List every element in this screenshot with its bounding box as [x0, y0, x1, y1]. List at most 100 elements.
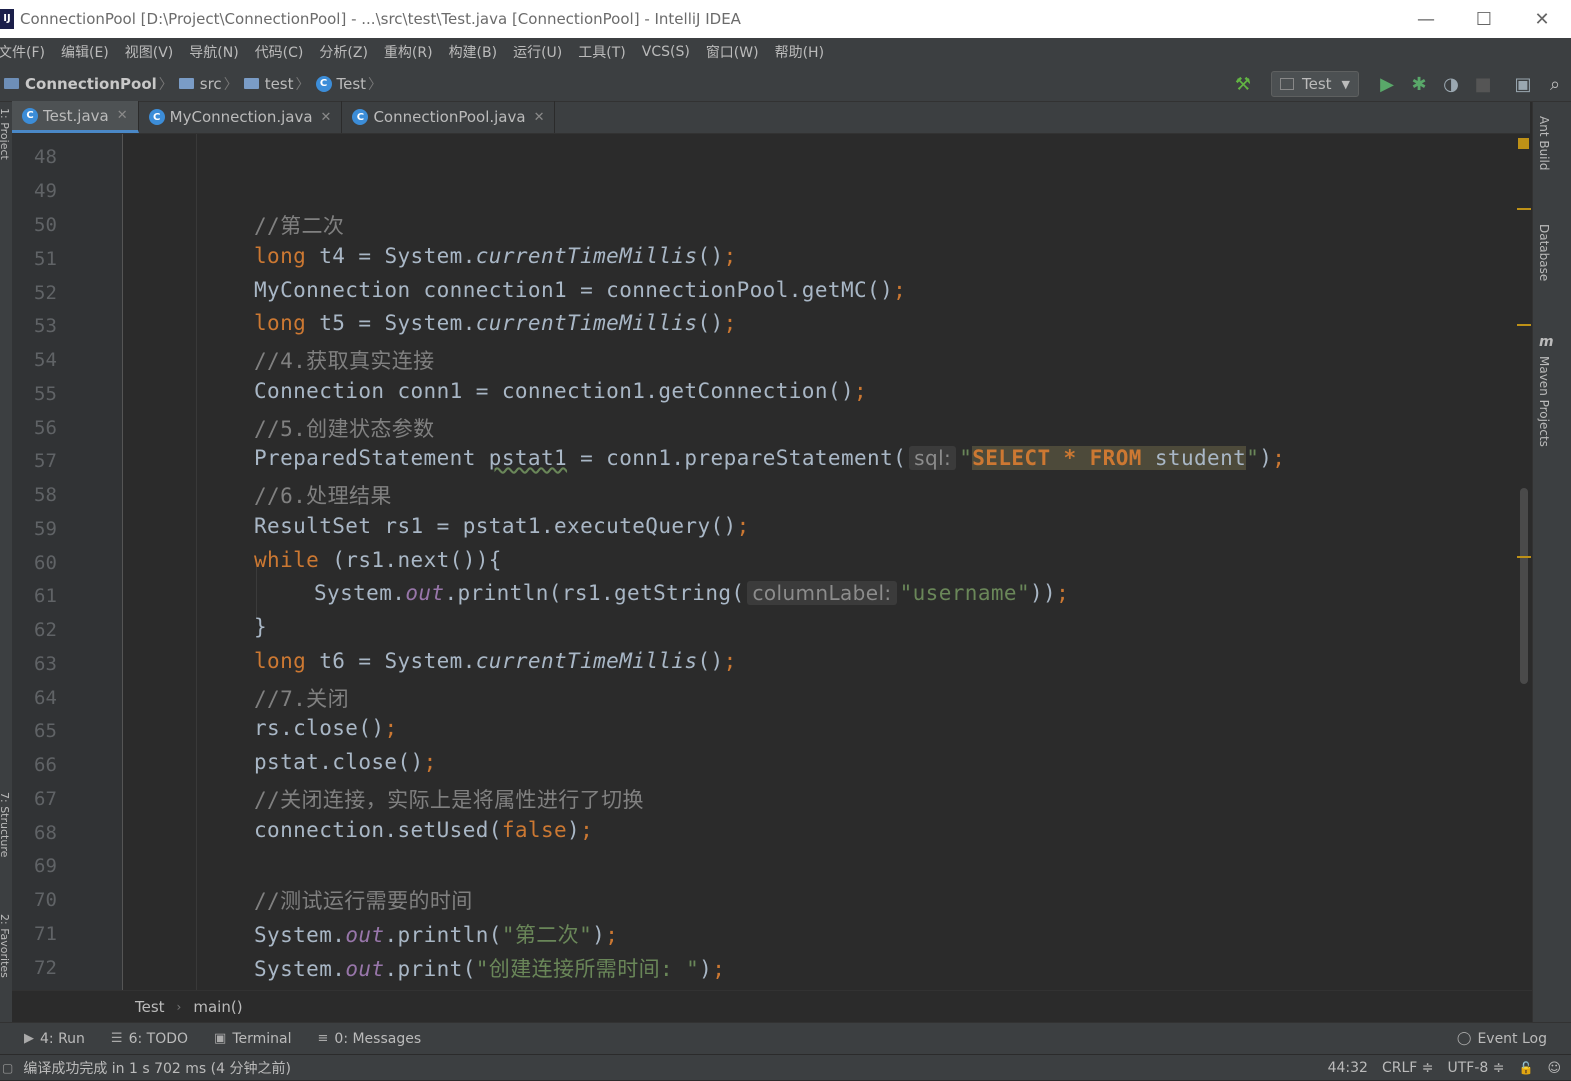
debug-bug-icon[interactable]: ✱ — [1403, 68, 1435, 100]
warning-status-icon[interactable] — [1518, 138, 1529, 149]
nav-crumb-test[interactable]: test — [243, 75, 294, 93]
code-text: ) — [567, 818, 581, 842]
line-separator[interactable]: CRLF ≑ — [1382, 1060, 1434, 1076]
menu-run[interactable]: 运行(U) — [513, 42, 562, 62]
tab-myconnection-java[interactable]: C MyConnection.java ✕ — [139, 101, 343, 133]
code-editor[interactable]: //第二次 long t4 = System.currentTimeMillis… — [124, 134, 1516, 990]
keyword: while — [254, 548, 320, 572]
project-structure-icon[interactable]: ▣ — [1507, 68, 1539, 100]
menu-analyze[interactable]: 分析(Z) — [319, 42, 368, 62]
folder-icon — [178, 78, 194, 89]
method-indent-guide — [196, 134, 197, 990]
terminal-tool-button[interactable]: ▣ Terminal — [214, 1031, 291, 1047]
search-icon[interactable]: ⌕ — [1539, 68, 1571, 100]
line-number-gutter[interactable]: 48 49 50 51 52 53 54 55 56 57 58 59 60 6… — [12, 134, 123, 990]
run-tool-label: 4: Run — [40, 1030, 85, 1047]
warning-marker[interactable] — [1517, 208, 1531, 210]
menu-navigate[interactable]: 导航(N) — [189, 42, 238, 62]
tab-connectionpool-java[interactable]: C ConnectionPool.java ✕ — [342, 101, 556, 133]
messages-tool-button[interactable]: ≡ 0: Messages — [318, 1031, 422, 1047]
close-tab-icon[interactable]: ✕ — [321, 110, 332, 125]
string-literal: "username" — [899, 581, 1031, 605]
nav-crumb-project[interactable]: ConnectionPool — [4, 75, 157, 93]
code-line-58: //6.处理结果 — [254, 484, 392, 508]
string-literal: "第二次" — [501, 923, 593, 947]
menu-help[interactable]: 帮助(H) — [775, 42, 824, 62]
warning-marker[interactable] — [1517, 324, 1531, 326]
code-line-56: //5.创建状态参数 — [254, 417, 435, 441]
method-call: currentTimeMillis — [475, 649, 698, 673]
nav-crumb-project-label: ConnectionPool — [25, 74, 157, 93]
keyword: long — [254, 311, 307, 335]
database-tool-button[interactable]: Database — [1537, 224, 1551, 281]
navigation-bar: ConnectionPool 〉 src 〉 test 〉 C Test 〉 ⚒… — [0, 66, 1571, 102]
menu-file[interactable]: 文件(F) — [0, 42, 45, 62]
menu-refactor[interactable]: 重构(R) — [384, 42, 433, 62]
menu-build[interactable]: 构建(B) — [449, 42, 498, 62]
code-text: t5 = System. — [306, 311, 476, 335]
close-tab-icon[interactable]: ✕ — [117, 108, 128, 123]
run-tool-button[interactable]: ▶ 4: Run — [24, 1031, 85, 1047]
close-tab-icon[interactable]: ✕ — [534, 110, 545, 125]
warning-marker[interactable] — [1517, 556, 1531, 558]
run-play-icon[interactable]: ▶ — [1371, 68, 1403, 100]
sql-star: * — [1050, 446, 1090, 470]
event-log-button[interactable]: ◯ Event Log — [1457, 1031, 1547, 1047]
structure-tool-button[interactable]: 7: Structure — [0, 792, 11, 857]
project-tool-button[interactable]: 1: Project — [0, 108, 11, 160]
coverage-icon[interactable]: ◑ — [1435, 68, 1467, 100]
maven-projects-tool-button[interactable]: Maven Projects — [1537, 356, 1551, 447]
build-hammer-icon[interactable]: ⚒ — [1227, 68, 1259, 100]
string-literal: "创建连接所需时间: " — [475, 957, 700, 981]
menu-window[interactable]: 窗口(W) — [706, 42, 759, 62]
title-bar: IJ ConnectionPool [D:\Project\Connection… — [0, 0, 1571, 38]
minimize-button[interactable]: — — [1397, 0, 1455, 38]
tab-test-java[interactable]: C Test.java ✕ — [12, 101, 139, 133]
code-line-54: //4.获取真实连接 — [254, 349, 435, 373]
run-config-icon — [1279, 78, 1294, 90]
code-line-57: PreparedStatement pstat1 = conn1.prepare… — [254, 446, 1285, 470]
sql-table: student — [1141, 446, 1247, 470]
static-field: out — [345, 923, 385, 947]
breadcrumb-method[interactable]: main() — [193, 998, 242, 1016]
code-text: System. — [254, 923, 346, 947]
string-quote: " — [1246, 446, 1260, 470]
line-number: 48 — [34, 146, 57, 168]
code-line-63: long t6 = System.currentTimeMillis(); — [254, 649, 737, 673]
chevron-right-icon: 〉 — [368, 76, 383, 93]
menu-view[interactable]: 视图(V) — [125, 42, 174, 62]
list-icon: ☰ — [110, 1031, 123, 1046]
parameter-hint: sql: — [909, 446, 957, 470]
line-number: 67 — [34, 788, 57, 810]
lock-icon[interactable]: 🔓 — [1518, 1061, 1533, 1075]
menu-tools[interactable]: 工具(T) — [578, 42, 625, 62]
sql-keyword: SELECT — [972, 446, 1051, 470]
maximize-button[interactable]: ☐ — [1455, 0, 1513, 38]
code-line-67: //关闭连接，实际上是将属性进行了切换 — [254, 788, 644, 812]
editor-scrollbar[interactable] — [1516, 134, 1532, 990]
toggle-tool-windows-icon[interactable]: ▢ — [2, 1061, 13, 1075]
file-encoding[interactable]: UTF-8 ≑ — [1447, 1060, 1504, 1076]
ant-build-tool-button[interactable]: Ant Build — [1537, 116, 1551, 170]
stop-icon[interactable]: ■ — [1467, 68, 1499, 100]
todo-tool-button[interactable]: ☰ 6: TODO — [111, 1031, 188, 1047]
menu-code[interactable]: 代码(C) — [255, 42, 304, 62]
run-configuration-select[interactable]: Test ▼ — [1270, 71, 1359, 97]
scroll-thumb[interactable] — [1520, 488, 1528, 684]
caret-position[interactable]: 44:32 — [1328, 1060, 1368, 1076]
semicolon: ; — [723, 244, 737, 268]
maven-icon: m — [1539, 334, 1554, 350]
nav-crumb-src[interactable]: src — [178, 75, 222, 93]
status-right: 44:32 CRLF ≑ UTF-8 ≑ 🔓 ☺ — [1328, 1055, 1571, 1081]
menu-vcs[interactable]: VCS(S) — [642, 44, 690, 60]
line-number: 52 — [34, 282, 57, 304]
nav-crumb-class[interactable]: C Test — [315, 75, 366, 93]
favorites-tool-button[interactable]: 2: Favorites — [0, 914, 11, 978]
breadcrumb-class[interactable]: Test — [135, 998, 165, 1016]
inspector-face-icon[interactable]: ☺ — [1547, 1061, 1561, 1076]
menu-edit[interactable]: 编辑(E) — [61, 42, 109, 62]
semicolon: ; — [605, 923, 619, 947]
variable-warning: pstat1 — [488, 446, 568, 470]
close-window-button[interactable]: ✕ — [1513, 0, 1571, 38]
semicolon: ; — [723, 311, 737, 335]
